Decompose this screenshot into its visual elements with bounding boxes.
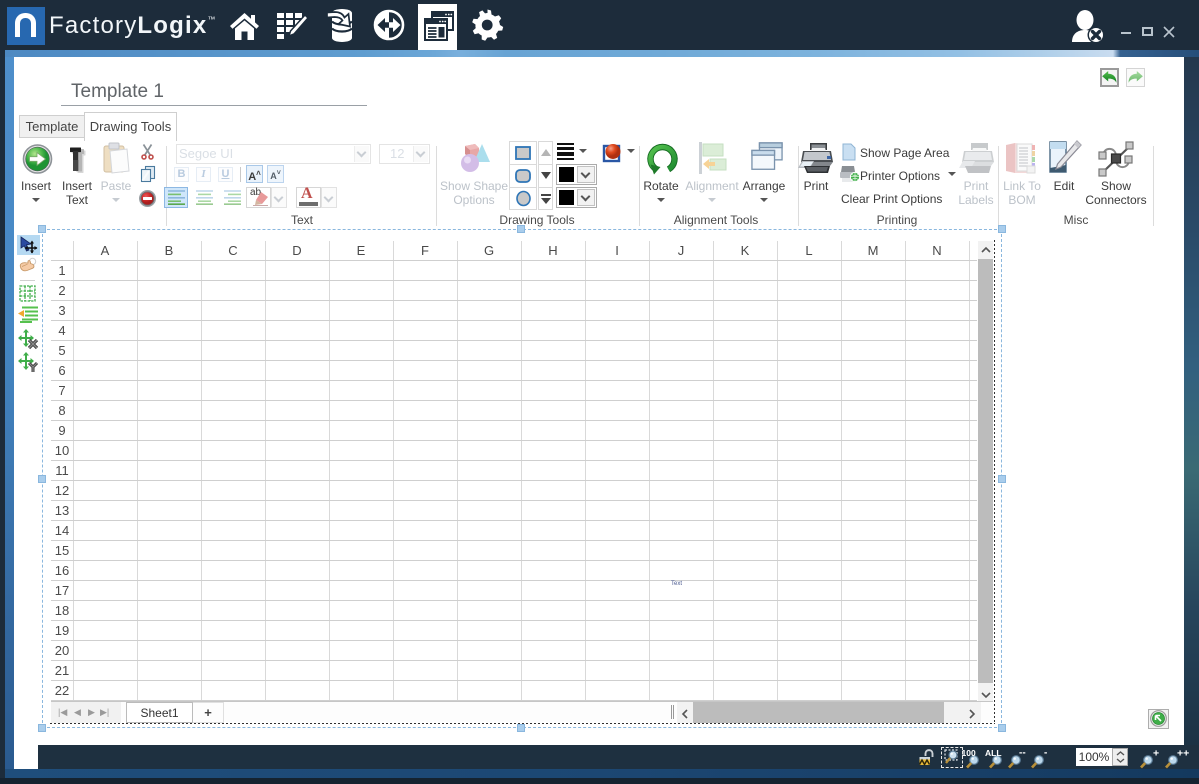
- svg-text:ALL: ALL: [985, 748, 1002, 758]
- svg-text:++: ++: [1177, 748, 1189, 760]
- svg-text:--: --: [1019, 748, 1026, 759]
- svg-text:+: +: [1153, 748, 1159, 760]
- svg-text:-: -: [1044, 748, 1047, 759]
- svg-text:100: 100: [962, 748, 976, 758]
